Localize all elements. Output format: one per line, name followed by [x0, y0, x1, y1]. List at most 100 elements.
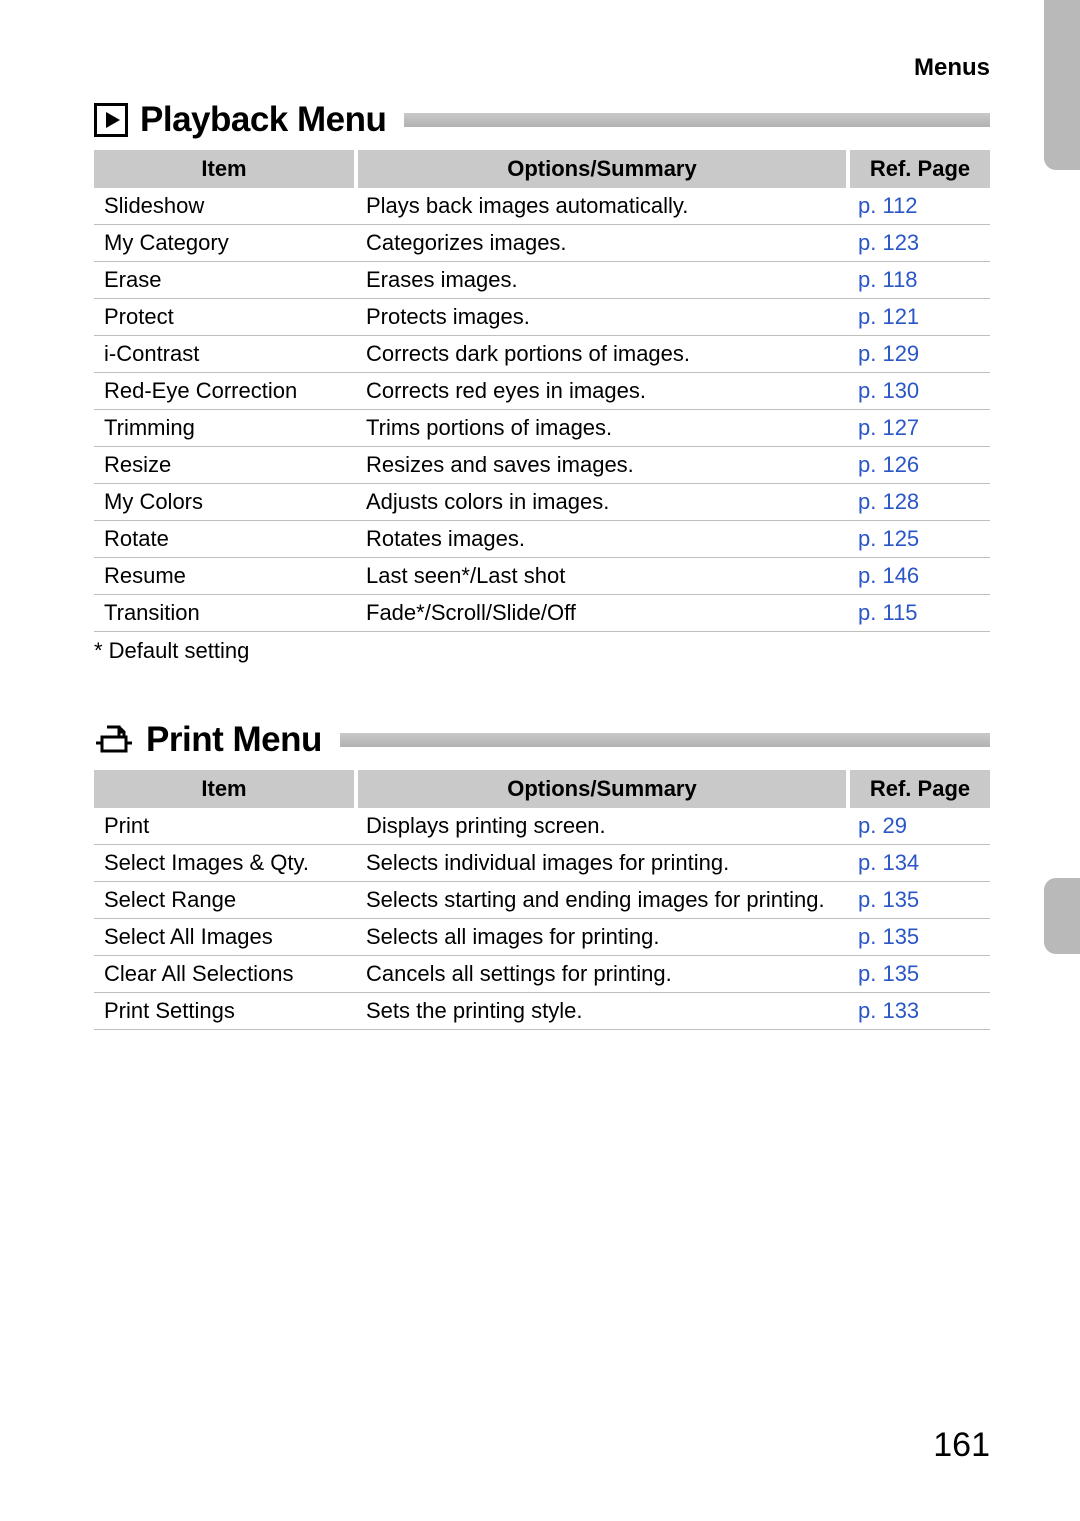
cell-ref: p. 129 [848, 336, 990, 373]
table-row: SlideshowPlays back images automatically… [94, 188, 990, 225]
table-row: i-ContrastCorrects dark portions of imag… [94, 336, 990, 373]
table-row: RotateRotates images.p. 125 [94, 521, 990, 558]
col-header-summary: Options/Summary [356, 770, 848, 808]
playback-menu-table: Item Options/Summary Ref. Page Slideshow… [94, 150, 990, 632]
page-ref-link[interactable]: p. 29 [858, 813, 907, 838]
play-icon [94, 103, 128, 137]
table-row: PrintDisplays printing screen. p. 29 [94, 808, 990, 845]
section-tab-top [1044, 0, 1080, 170]
page-ref-link[interactable]: p. 129 [858, 341, 919, 366]
cell-summary: Adjusts colors in images. [356, 484, 848, 521]
playback-rows: SlideshowPlays back images automatically… [94, 188, 990, 632]
cell-ref: p. 135 [848, 882, 990, 919]
cell-ref: p. 126 [848, 447, 990, 484]
table-row: Print SettingsSets the printing style. p.… [94, 993, 990, 1030]
table-row: Select All ImagesSelects all images for … [94, 919, 990, 956]
cell-item: Print Settings [94, 993, 356, 1030]
cell-summary: Corrects red eyes in images. [356, 373, 848, 410]
section-title: Print Menu [146, 720, 322, 760]
cell-ref: p. 127 [848, 410, 990, 447]
page-ref-link[interactable]: p. 133 [858, 998, 919, 1023]
cell-item: My Category [94, 225, 356, 262]
page-ref-link[interactable]: p. 135 [858, 924, 919, 949]
cell-summary: Fade*/Scroll/Slide/Off [356, 595, 848, 632]
cell-item: Resume [94, 558, 356, 595]
table-row: ResizeResizes and saves images. p. 126 [94, 447, 990, 484]
table-row: TrimmingTrims portions of images. p. 127 [94, 410, 990, 447]
cell-item: Erase [94, 262, 356, 299]
cell-item: Select All Images [94, 919, 356, 956]
col-header-item: Item [94, 770, 356, 808]
cell-summary: Trims portions of images. [356, 410, 848, 447]
playback-menu-section: Playback Menu Item Options/Summary Ref. … [94, 100, 990, 664]
cell-item: Trimming [94, 410, 356, 447]
table-row: TransitionFade*/Scroll/Slide/Off p. 115 [94, 595, 990, 632]
cell-item: Protect [94, 299, 356, 336]
print-menu-section: Print Menu Item Options/Summary Ref. Pag… [94, 720, 990, 1030]
page-ref-link[interactable]: p. 123 [858, 230, 919, 255]
page-ref-link[interactable]: p. 115 [858, 600, 918, 625]
table-row: Clear All SelectionsCancels all settings… [94, 956, 990, 993]
cell-item: Transition [94, 595, 356, 632]
table-row: EraseErases images. p. 118 [94, 262, 990, 299]
page-ref-link[interactable]: p. 130 [858, 378, 919, 403]
cell-summary: Categorizes images. [356, 225, 848, 262]
col-header-item: Item [94, 150, 356, 188]
cell-ref: p. 118 [848, 262, 990, 299]
page-ref-link[interactable]: p. 112 [858, 193, 918, 218]
cell-summary: Sets the printing style. [356, 993, 848, 1030]
page-ref-link[interactable]: p. 134 [858, 850, 919, 875]
cell-item: Red-Eye Correction [94, 373, 356, 410]
table-row: Select RangeSelects starting and ending … [94, 882, 990, 919]
table-row: My CategoryCategorizes images. p. 123 [94, 225, 990, 262]
running-header: Menus [914, 54, 990, 82]
heading-rule [404, 113, 990, 127]
section-heading: Print Menu [94, 720, 990, 760]
table-row: My ColorsAdjusts colors in images.p. 128 [94, 484, 990, 521]
page-ref-link[interactable]: p. 146 [858, 563, 919, 588]
page-ref-link[interactable]: p. 127 [858, 415, 919, 440]
page-ref-link[interactable]: p. 135 [858, 961, 919, 986]
cell-ref: p. 130 [848, 373, 990, 410]
cell-ref: p. 125 [848, 521, 990, 558]
cell-summary: Selects starting and ending images for p… [356, 882, 848, 919]
cell-ref: p. 135 [848, 919, 990, 956]
cell-ref: p. 112 [848, 188, 990, 225]
section-heading: Playback Menu [94, 100, 990, 140]
cell-summary: Selects all images for printing. [356, 919, 848, 956]
cell-item: Rotate [94, 521, 356, 558]
cell-item: Print [94, 808, 356, 845]
cell-summary: Corrects dark portions of images. [356, 336, 848, 373]
page-ref-link[interactable]: p. 135 [858, 887, 919, 912]
manual-page: Menus Playback Menu Item Options/Summary… [0, 0, 1080, 1521]
footnote: * Default setting [94, 632, 990, 664]
page-ref-link[interactable]: p. 121 [858, 304, 919, 329]
section-title: Playback Menu [140, 100, 386, 140]
cell-summary: Resizes and saves images. [356, 447, 848, 484]
print-rows: PrintDisplays printing screen. p. 29 Selec… [94, 808, 990, 1030]
page-ref-link[interactable]: p. 126 [858, 452, 919, 477]
cell-ref: p. 121 [848, 299, 990, 336]
col-header-summary: Options/Summary [356, 150, 848, 188]
cell-summary: Last seen*/Last shot [356, 558, 848, 595]
cell-summary: Erases images. [356, 262, 848, 299]
cell-item: Select Images & Qty. [94, 845, 356, 882]
page-number: 161 [933, 1426, 990, 1465]
cell-ref: p. 134 [848, 845, 990, 882]
content-area: Playback Menu Item Options/Summary Ref. … [94, 100, 990, 1086]
table-row: Select Images & Qty.Selects individual i… [94, 845, 990, 882]
page-ref-link[interactable]: p. 125 [858, 526, 919, 551]
cell-item: Slideshow [94, 188, 356, 225]
page-ref-link[interactable]: p. 128 [858, 489, 919, 514]
cell-item: Clear All Selections [94, 956, 356, 993]
cell-summary: Displays printing screen. [356, 808, 848, 845]
cell-ref: p. 123 [848, 225, 990, 262]
cell-item: i-Contrast [94, 336, 356, 373]
col-header-ref: Ref. Page [848, 150, 990, 188]
page-ref-link[interactable]: p. 118 [858, 267, 918, 292]
cell-ref: p. 115 [848, 595, 990, 632]
cell-summary: Selects individual images for printing. [356, 845, 848, 882]
section-tab-mid [1044, 878, 1080, 954]
cell-ref: p. 29 [848, 808, 990, 845]
cell-item: Resize [94, 447, 356, 484]
